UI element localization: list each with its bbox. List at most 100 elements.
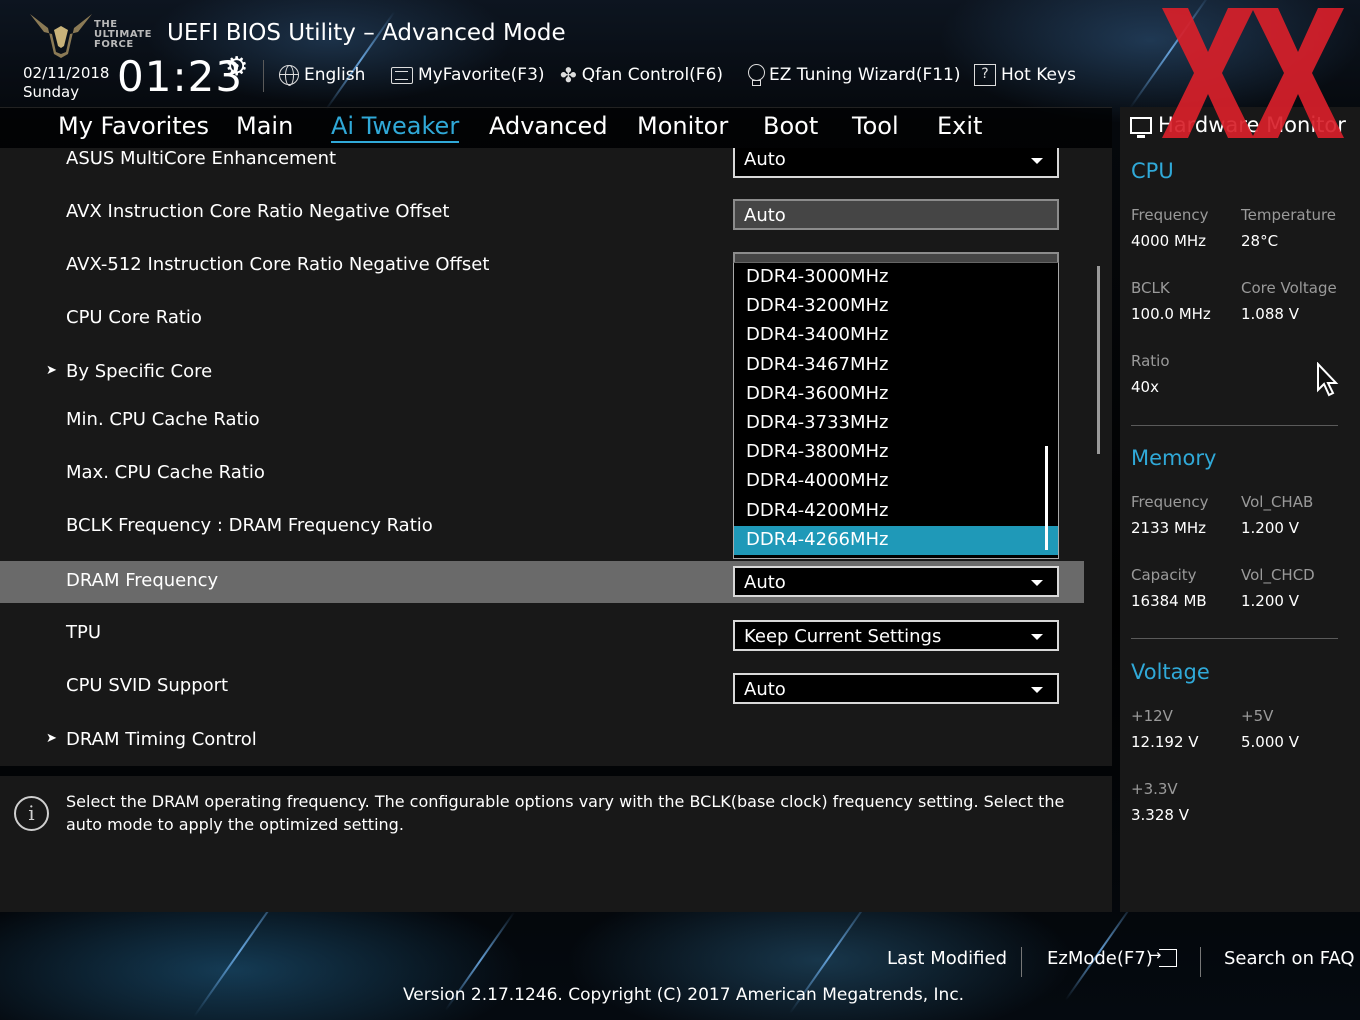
- footer-divider: [1021, 947, 1022, 977]
- v5-value: 5.000 V: [1241, 733, 1299, 751]
- core-voltage-label: Core Voltage: [1241, 279, 1337, 297]
- avx-offset-input[interactable]: Auto: [733, 199, 1059, 230]
- cpu-temperature-value: 28°C: [1241, 232, 1279, 250]
- submenu-arrow-icon: ➤: [46, 731, 57, 746]
- settings-panel: ASUS MultiCore Enhancement Auto AVX Inst…: [0, 148, 1112, 766]
- dropdown-option[interactable]: DDR4-3200MHz: [734, 292, 1058, 321]
- multicore-enhancement-select[interactable]: Auto: [733, 148, 1059, 178]
- vol-chab-value: 1.200 V: [1241, 519, 1299, 537]
- v33-value: 3.328 V: [1131, 806, 1189, 824]
- hot-keys-button[interactable]: ? Hot Keys: [974, 62, 1076, 88]
- tab-advanced[interactable]: Advanced: [489, 112, 608, 140]
- exit-arrow-icon: [1149, 946, 1177, 967]
- section-divider: [1131, 425, 1338, 426]
- setting-label: DRAM Frequency: [66, 570, 219, 591]
- tab-exit[interactable]: Exit: [937, 112, 982, 140]
- cpu-temperature-label: Temperature: [1241, 206, 1337, 224]
- help-icon: ?: [974, 64, 996, 86]
- dram-frequency-select[interactable]: Auto: [733, 566, 1059, 597]
- cpu-svid-select[interactable]: Auto: [733, 673, 1059, 704]
- vol-chcd-value: 1.200 V: [1241, 592, 1299, 610]
- chevron-down-icon: [1031, 687, 1043, 693]
- version-text: Version 2.17.1246. Copyright (C) 2017 Am…: [403, 985, 965, 1005]
- setting-label: ASUS MultiCore Enhancement: [66, 148, 337, 169]
- help-panel: i Select the DRAM operating frequency. T…: [0, 776, 1112, 912]
- globe-icon: [279, 65, 299, 86]
- dropdown-option[interactable]: DDR4-3000MHz: [734, 263, 1058, 292]
- my-favorite-button[interactable]: MyFavorite(F3): [391, 62, 545, 88]
- tab-main[interactable]: Main: [236, 112, 293, 140]
- tab-monitor[interactable]: Monitor: [637, 112, 728, 140]
- cpu-frequency-label: Frequency: [1131, 206, 1209, 224]
- setting-label: Max. CPU Cache Ratio: [66, 462, 265, 483]
- dropdown-scrollbar[interactable]: [1045, 446, 1048, 550]
- settings-scrollbar[interactable]: [1097, 266, 1100, 454]
- qfan-control-button[interactable]: ✤ Qfan Control(F6): [560, 62, 723, 88]
- tab-boot[interactable]: Boot: [763, 112, 818, 140]
- bclk-value: 100.0 MHz: [1131, 305, 1211, 323]
- ratio-value: 40x: [1131, 378, 1159, 396]
- chevron-down-icon: [1031, 158, 1043, 164]
- hardware-monitor-panel: Hardware Monitor CPU Frequency Temperatu…: [1120, 107, 1360, 912]
- tab-ai-tweaker[interactable]: Ai Tweaker: [331, 112, 460, 143]
- v5-label: +5V: [1241, 707, 1274, 725]
- setting-row-dram-timing-control[interactable]: ➤ DRAM Timing Control: [0, 720, 1084, 762]
- date-display[interactable]: 02/11/2018 Sunday: [23, 64, 109, 102]
- voltage-heading: Voltage: [1131, 660, 1210, 684]
- v12-label: +12V: [1131, 707, 1173, 725]
- gear-icon[interactable]: ⚙: [225, 52, 248, 82]
- chevron-down-icon: [1031, 634, 1043, 640]
- setting-label: CPU SVID Support: [66, 675, 229, 696]
- monitor-icon: [1130, 116, 1152, 138]
- bclk-label: BCLK: [1131, 279, 1170, 297]
- dropdown-option[interactable]: DDR4-3467MHz: [734, 351, 1058, 380]
- help-text: Select the DRAM operating frequency. The…: [66, 792, 1065, 834]
- mouse-cursor-icon: [1317, 362, 1339, 397]
- v33-label: +3.3V: [1131, 780, 1178, 798]
- tuf-logo-icon: [30, 14, 92, 58]
- setting-label: CPU Core Ratio: [66, 307, 202, 328]
- tpu-select[interactable]: Keep Current Settings: [733, 620, 1059, 651]
- ratio-label: Ratio: [1131, 352, 1170, 370]
- cpu-frequency-value: 4000 MHz: [1131, 232, 1207, 250]
- last-modified-button[interactable]: Last Modified: [887, 948, 1007, 969]
- dropdown-option[interactable]: DDR4-4000MHz: [734, 467, 1058, 496]
- ez-mode-button[interactable]: EzMode(F7): [1047, 946, 1177, 969]
- cpu-heading: CPU: [1131, 159, 1174, 183]
- language-button[interactable]: English: [279, 62, 365, 88]
- brand-text: THE ULTIMATE FORCE: [94, 19, 152, 50]
- dram-frequency-dropdown[interactable]: DDR4-3000MHz DDR4-3200MHz DDR4-3400MHz D…: [733, 262, 1059, 559]
- dropdown-option[interactable]: DDR4-3600MHz: [734, 380, 1058, 409]
- ez-tuning-wizard-button[interactable]: EZ Tuning Wizard(F11): [748, 62, 961, 88]
- setting-label: BCLK Frequency : DRAM Frequency Ratio: [66, 515, 433, 536]
- dropdown-option[interactable]: DDR4-3800MHz: [734, 438, 1058, 467]
- v12-value: 12.192 V: [1131, 733, 1199, 751]
- dropdown-option[interactable]: DDR4-3733MHz: [734, 409, 1058, 438]
- footer-divider: [1200, 947, 1201, 977]
- fan-icon: ✤: [560, 63, 577, 87]
- vol-chcd-label: Vol_CHCD: [1241, 566, 1315, 584]
- app-title: UEFI BIOS Utility – Advanced Mode: [167, 20, 566, 46]
- setting-label: Min. CPU Cache Ratio: [66, 409, 260, 430]
- submenu-arrow-icon: ➤: [46, 363, 57, 378]
- capacity-label: Capacity: [1131, 566, 1197, 584]
- lightbulb-icon: [748, 64, 765, 86]
- setting-label: AVX Instruction Core Ratio Negative Offs…: [66, 201, 450, 222]
- memory-heading: Memory: [1131, 446, 1217, 470]
- favorite-list-icon: [391, 66, 413, 84]
- setting-label: TPU: [66, 622, 102, 643]
- tab-tool[interactable]: Tool: [852, 112, 899, 140]
- dropdown-option[interactable]: DDR4-4200MHz: [734, 497, 1058, 526]
- dropdown-option[interactable]: DDR4-3400MHz: [734, 321, 1058, 350]
- dropdown-option-selected[interactable]: DDR4-4266MHz: [734, 525, 1058, 555]
- search-faq-button[interactable]: Search on FAQ: [1224, 948, 1355, 969]
- capacity-value: 16384 MB: [1131, 592, 1207, 610]
- header-divider: [263, 60, 264, 92]
- core-voltage-value: 1.088 V: [1241, 305, 1299, 323]
- vol-chab-label: Vol_CHAB: [1241, 493, 1314, 511]
- setting-label: DRAM Timing Control: [66, 729, 257, 750]
- section-divider: [1131, 638, 1338, 639]
- tab-my-favorites[interactable]: My Favorites: [58, 112, 209, 140]
- memory-frequency-label: Frequency: [1131, 493, 1209, 511]
- setting-label: AVX-512 Instruction Core Ratio Negative …: [66, 254, 490, 275]
